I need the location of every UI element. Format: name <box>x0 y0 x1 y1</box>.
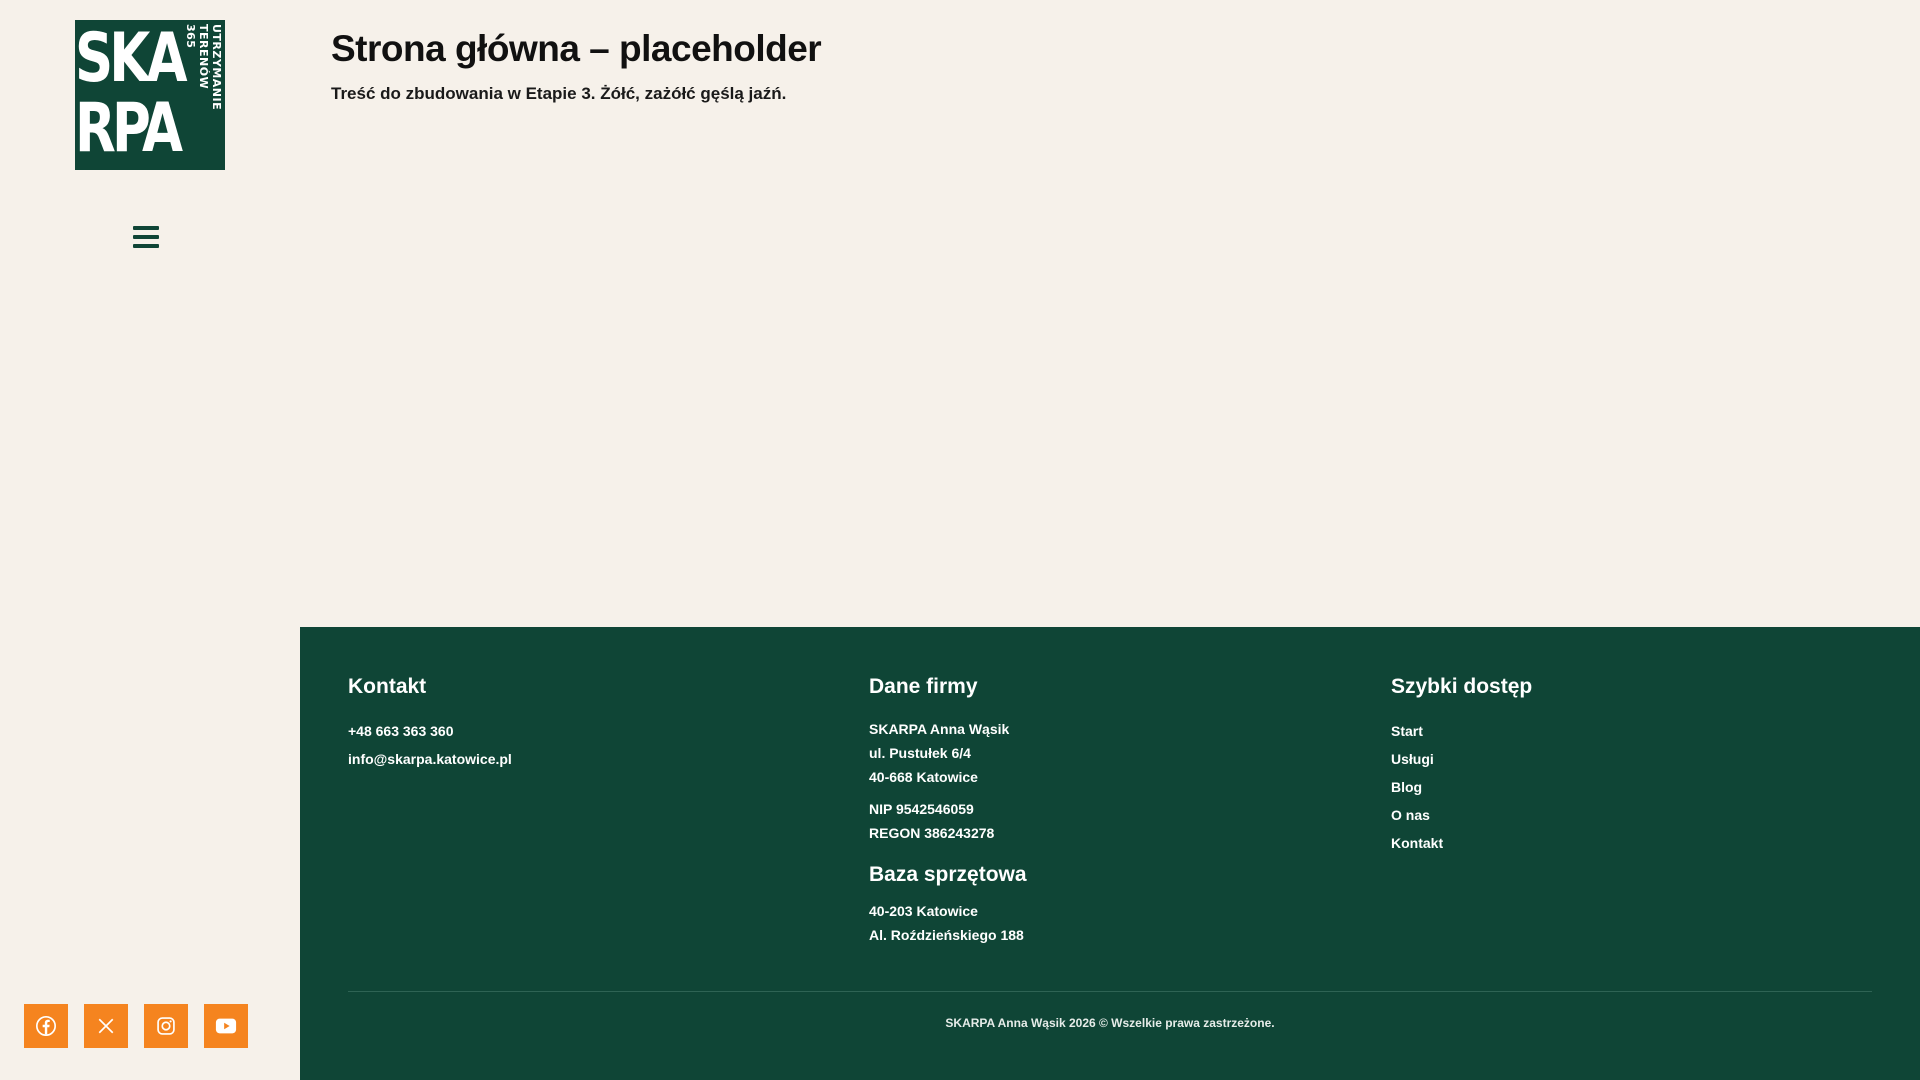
footer-company: Dane firmy SKARPA Anna Wąsik ul. Pustułe… <box>869 675 1027 947</box>
skarpa-logo[interactable]: SKA RPA UTRZYMANIE TERENÓW 365 <box>75 20 225 170</box>
base-heading: Baza sprzętowa <box>869 863 1027 886</box>
hamburger-icon[interactable] <box>133 226 159 250</box>
footer-quick-links: Szybki dostęp Start Usługi Blog O nas Ko… <box>1391 675 1532 857</box>
base-city: 40-203 Katowice <box>869 903 978 919</box>
page-intro: Treść do zbudowania w Etapie 3. Żółć, za… <box>331 84 787 103</box>
instagram-icon[interactable] <box>144 1004 188 1048</box>
company-street: ul. Pustułek 6/4 <box>869 745 971 761</box>
footer: Kontakt +48 663 363 360 info@skarpa.kato… <box>300 627 1920 1080</box>
logo-tagline: UTRZYMANIE TERENÓW 365 <box>184 24 223 166</box>
base-street: Al. Roździeńskiego 188 <box>869 927 1024 943</box>
sidebar: SKA RPA UTRZYMANIE TERENÓW 365 <box>0 0 300 1080</box>
quick-heading: Szybki dostęp <box>1391 675 1533 698</box>
company-regon: REGON 386243278 <box>869 825 995 841</box>
quick-link-o-nas[interactable]: O nas <box>1391 801 1532 829</box>
quick-link-uslugi[interactable]: Usługi <box>1391 745 1532 773</box>
email-link[interactable]: info@skarpa.katowice.pl <box>348 745 512 773</box>
footer-contact: Kontakt +48 663 363 360 info@skarpa.kato… <box>348 675 512 773</box>
contact-heading: Kontakt <box>348 675 427 698</box>
page-title: Strona główna – placeholder <box>331 28 822 69</box>
quick-link-blog[interactable]: Blog <box>1391 773 1532 801</box>
company-nip: NIP 9542546059 <box>869 801 974 817</box>
youtube-icon[interactable] <box>204 1004 248 1048</box>
company-heading: Dane firmy <box>869 675 978 698</box>
copyright: SKARPA Anna Wąsik 2026 © Wszelkie prawa … <box>945 1016 1275 1030</box>
main-content: Strona główna – placeholder Treść do zbu… <box>331 28 1880 104</box>
logo-tagline-line1: UTRZYMANIE TERENÓW <box>197 24 223 111</box>
company-city: 40-668 Katowice <box>869 769 978 785</box>
phone-link[interactable]: +48 663 363 360 <box>348 717 512 745</box>
quick-link-start[interactable]: Start <box>1391 717 1532 745</box>
quick-link-kontakt[interactable]: Kontakt <box>1391 829 1532 857</box>
company-name: SKARPA Anna Wąsik <box>869 721 1010 737</box>
logo-wordmark: SKA RPA <box>75 20 188 168</box>
x-twitter-icon[interactable] <box>84 1004 128 1048</box>
logo-tagline-line2: 365 <box>184 24 197 49</box>
facebook-icon[interactable] <box>24 1004 68 1048</box>
footer-divider <box>348 991 1872 992</box>
social-links <box>24 1004 248 1048</box>
